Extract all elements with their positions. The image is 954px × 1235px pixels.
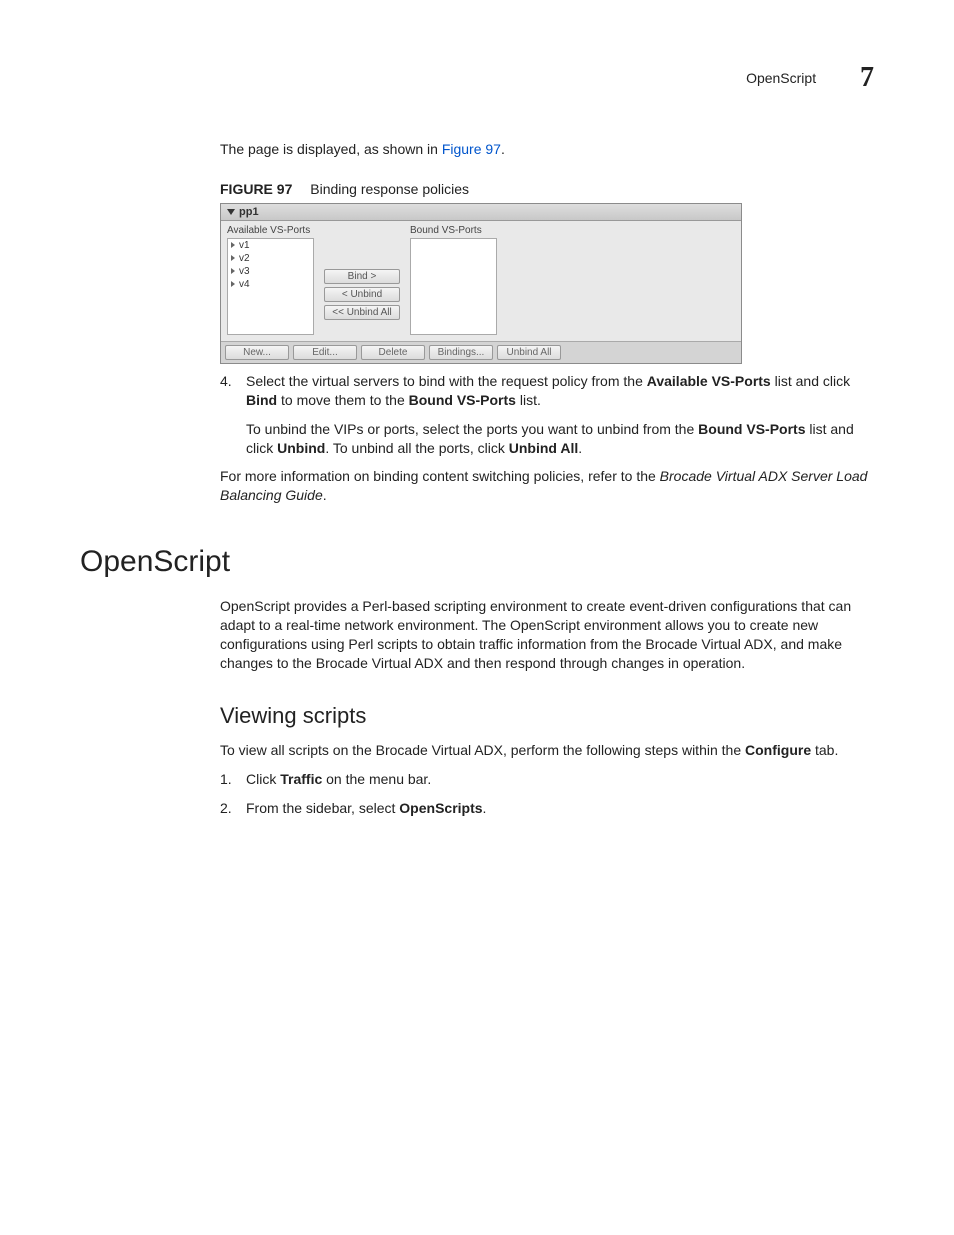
unbind-all-button[interactable]: << Unbind All	[324, 305, 400, 320]
delete-button[interactable]: Delete	[361, 345, 425, 360]
step-sub-text: To unbind the VIPs or ports, select the …	[246, 421, 698, 437]
viewing-intro-bold: Configure	[745, 742, 811, 758]
bound-vs-ports-label: Bound VS-Ports	[410, 225, 497, 236]
figure-ui-panel: pp1 Available VS-Ports v1 v2 v3 v4 Bind …	[220, 203, 742, 364]
figure-caption: FIGURE 97 Binding response policies	[220, 181, 874, 197]
viewing-intro: To view all scripts on the Brocade Virtu…	[220, 741, 874, 760]
step-text: Click	[246, 771, 280, 787]
step-number: 2.	[220, 799, 246, 818]
step-sub-bold: Bound VS-Ports	[698, 421, 805, 437]
more-info-text: .	[323, 487, 327, 503]
list-item[interactable]: v4	[228, 278, 313, 291]
openscript-description: OpenScript provides a Perl-based scripti…	[220, 597, 874, 673]
step-4: 4. Select the virtual servers to bind wi…	[220, 372, 874, 458]
available-vs-ports-label: Available VS-Ports	[227, 225, 314, 236]
list-item[interactable]: v1	[228, 239, 313, 252]
running-header: OpenScript 7	[746, 62, 874, 94]
panel-title-text: pp1	[239, 206, 259, 218]
step-sub-text: .	[578, 440, 582, 456]
step-text: Select the virtual servers to bind with …	[246, 373, 647, 389]
step-bold: Available VS-Ports	[647, 373, 771, 389]
bound-vs-ports-listbox[interactable]	[410, 238, 497, 335]
step-sub-text: . To unbind all the ports, click	[325, 440, 508, 456]
step-bold: Traffic	[280, 771, 322, 787]
viewing-intro-pre: To view all scripts on the Brocade Virtu…	[220, 742, 745, 758]
collapse-triangle-icon	[227, 209, 235, 215]
figure-label: FIGURE 97	[220, 181, 292, 197]
step-text: to move them to the	[277, 392, 409, 408]
header-chapter-number: 7	[860, 62, 874, 93]
step-bold: Bind	[246, 392, 277, 408]
list-item[interactable]: v3	[228, 265, 313, 278]
viewing-intro-post: tab.	[811, 742, 838, 758]
step-number: 4.	[220, 372, 246, 458]
step-text: From the sidebar, select	[246, 800, 399, 816]
figure-xref-link[interactable]: Figure 97	[442, 141, 501, 157]
more-info-paragraph: For more information on binding content …	[220, 467, 874, 505]
list-item[interactable]: v2	[228, 252, 313, 265]
unbind-button[interactable]: < Unbind	[324, 287, 400, 302]
available-vs-ports-listbox[interactable]: v1 v2 v3 v4	[227, 238, 314, 335]
step-number: 1.	[220, 770, 246, 789]
more-info-text: For more information on binding content …	[220, 468, 660, 484]
header-section-name: OpenScript	[746, 70, 816, 86]
step-text: list and click	[771, 373, 850, 389]
step-text: list.	[516, 392, 541, 408]
intro-line: The page is displayed, as shown in Figur…	[220, 140, 874, 159]
figure-title: Binding response policies	[310, 181, 469, 197]
intro-text-post: .	[501, 141, 505, 157]
step-sub-bold: Unbind	[277, 440, 325, 456]
new-button[interactable]: New...	[225, 345, 289, 360]
openscript-heading: OpenScript	[80, 545, 874, 579]
step-bold: Bound VS-Ports	[409, 392, 516, 408]
step-bold: OpenScripts	[399, 800, 482, 816]
step-sub-bold: Unbind All	[509, 440, 578, 456]
viewing-scripts-heading: Viewing scripts	[220, 703, 874, 729]
footer-unbind-all-button[interactable]: Unbind All	[497, 345, 561, 360]
step-1: 1. Click Traffic on the menu bar.	[220, 770, 874, 789]
intro-text-pre: The page is displayed, as shown in	[220, 141, 442, 157]
bindings-button[interactable]: Bindings...	[429, 345, 493, 360]
edit-button[interactable]: Edit...	[293, 345, 357, 360]
step-text: .	[483, 800, 487, 816]
bind-button[interactable]: Bind >	[324, 269, 400, 284]
step-2: 2. From the sidebar, select OpenScripts.	[220, 799, 874, 818]
step-text: on the menu bar.	[322, 771, 431, 787]
panel-titlebar[interactable]: pp1	[221, 204, 741, 221]
